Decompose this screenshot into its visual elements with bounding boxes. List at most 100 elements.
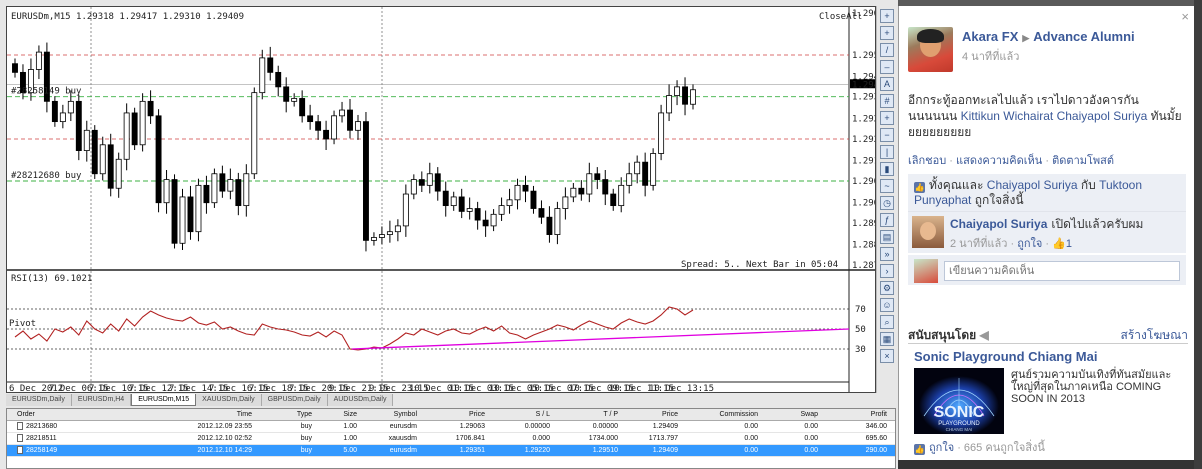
search-icon[interactable]: ⌕ bbox=[880, 315, 894, 329]
table-cell: 346.00 bbox=[865, 423, 887, 430]
order-id: 28258149 bbox=[26, 447, 58, 454]
bar-chart-icon[interactable]: | bbox=[880, 145, 894, 159]
order-cell: 28213680 bbox=[7, 421, 97, 432]
table-cell: 0.00 bbox=[744, 435, 758, 442]
column-header[interactable]: Type bbox=[252, 409, 312, 420]
column-header[interactable]: Size bbox=[312, 409, 357, 420]
candle-body bbox=[530, 190, 537, 209]
column-header[interactable]: Price bbox=[417, 409, 485, 420]
post-author-line: Akara FX ▶ Advance Alumni bbox=[962, 29, 1135, 44]
candle-body bbox=[602, 179, 609, 195]
close-icon[interactable]: × bbox=[1181, 9, 1189, 24]
crosshair-icon[interactable]: + bbox=[880, 9, 894, 23]
post-time[interactable]: 4 นาทีที่แล้ว bbox=[962, 47, 1019, 65]
mention-links[interactable]: Kittikun Wichairat Chaiyapol Suriya bbox=[961, 109, 1148, 123]
period-icon[interactable]: ◷ bbox=[880, 196, 894, 210]
column-header[interactable]: Price bbox=[618, 409, 678, 420]
window-bottom-border bbox=[898, 460, 1194, 469]
add-icon[interactable]: + bbox=[880, 26, 894, 40]
shift-icon[interactable]: › bbox=[880, 264, 894, 278]
column-header[interactable]: Profit bbox=[818, 409, 887, 420]
close-chart-icon[interactable]: × bbox=[880, 349, 894, 363]
post-body: อีกกระทู้ออกทะเลไปแล้ว เราไปดาวอังคารกัน… bbox=[908, 92, 1188, 140]
zoom-in-icon[interactable]: + bbox=[880, 111, 894, 125]
column-header[interactable]: Order bbox=[7, 409, 97, 420]
ad-like-row: 👍 ถูกใจ · 665 คนถูกใจสิ่งนี้ bbox=[914, 438, 1045, 456]
column-header[interactable]: T / P bbox=[550, 409, 618, 420]
chart-tab[interactable]: EURUSDm,Daily bbox=[6, 394, 72, 406]
table-cell: 290.00 bbox=[865, 447, 887, 454]
candle-body bbox=[299, 98, 306, 117]
table-row[interactable]: 28213680 2012.12.09 23:55 buy 1.00 eurusdm 1.… bbox=[7, 421, 895, 433]
candle-body bbox=[642, 161, 649, 186]
column-header[interactable]: S / L bbox=[485, 409, 550, 420]
column-header[interactable]: Symbol bbox=[357, 409, 417, 420]
indicator-icon[interactable]: ƒ bbox=[880, 213, 894, 227]
comment-like-count[interactable]: 👍1 bbox=[1052, 238, 1072, 250]
table-row[interactable]: 28218511 2012.12.10 02:52 buy 1.00 xauusdm 17… bbox=[7, 433, 895, 445]
table-cell: 0.00 bbox=[804, 423, 818, 430]
chart-tab[interactable]: XAUUSDm,Daily bbox=[196, 394, 262, 406]
chart-tab[interactable]: GBPUSDm,Daily bbox=[261, 394, 328, 406]
chart-tab[interactable]: EURUSDm,M15 bbox=[131, 394, 197, 406]
line-tool-icon[interactable]: / bbox=[880, 43, 894, 57]
avatar[interactable] bbox=[912, 216, 944, 248]
candle-body bbox=[474, 208, 481, 221]
price-chart[interactable]: EURUSDm,M15 1.29318 1.29417 1.29310 1.29… bbox=[6, 6, 876, 393]
candle-body bbox=[363, 121, 369, 241]
autoscroll-icon[interactable]: » bbox=[880, 247, 894, 261]
thumbs-up-icon: 👍 bbox=[1052, 238, 1066, 250]
candle-chart-icon[interactable]: ▮ bbox=[880, 162, 894, 176]
author-link[interactable]: Akara FX bbox=[962, 29, 1018, 44]
ad-image[interactable]: SONIC PLAYGROUND CHIANG MAI bbox=[914, 368, 1004, 434]
text-tool-icon[interactable]: A bbox=[880, 77, 894, 91]
order-id: 28218511 bbox=[26, 435, 57, 442]
table-cell: 1713.797 bbox=[648, 435, 678, 442]
column-header[interactable]: Time bbox=[97, 409, 252, 420]
rsi-line bbox=[14, 306, 694, 351]
avatar bbox=[914, 259, 938, 283]
expert-icon[interactable]: ☺ bbox=[880, 298, 894, 312]
properties-icon[interactable]: ⚙ bbox=[880, 281, 894, 295]
candle-body bbox=[187, 196, 194, 233]
column-header[interactable]: Swap bbox=[758, 409, 818, 420]
zoom-out-icon[interactable]: − bbox=[880, 128, 894, 142]
unlike-link[interactable]: เลิกชอบ bbox=[908, 155, 946, 167]
comment-author-line: Chaiyapol Suriya เปิดไปแล้วครับผม bbox=[950, 215, 1143, 234]
order-icon bbox=[17, 434, 23, 443]
price-tick-label: 1.29145 bbox=[852, 157, 876, 167]
print-icon[interactable]: ▦ bbox=[880, 332, 894, 346]
chart-svg[interactable]: EURUSDm,M15 1.29318 1.29417 1.29310 1.29… bbox=[7, 7, 876, 393]
ad-image-title: SONIC bbox=[934, 404, 985, 421]
liker-link-1[interactable]: Chaiyapol Suriya bbox=[987, 178, 1078, 192]
comment-time[interactable]: 2 นาทีที่แล้ว bbox=[950, 238, 1007, 250]
line-chart-icon[interactable]: ~ bbox=[880, 179, 894, 193]
time-tick-label: 10 Dec 13:15 bbox=[649, 384, 714, 393]
table-cell: 1.29409 bbox=[652, 423, 678, 430]
table-cell: 0.000 bbox=[532, 435, 550, 442]
column-header[interactable]: Commission bbox=[678, 409, 758, 420]
chart-tab[interactable]: AUDUSDm,Daily bbox=[327, 394, 394, 406]
comment-author[interactable]: Chaiyapol Suriya bbox=[950, 217, 1047, 231]
avatar[interactable] bbox=[908, 27, 953, 72]
comment-link[interactable]: แสดงความคิดเห็น bbox=[956, 155, 1042, 167]
separator: · bbox=[949, 155, 957, 167]
ad-image-graphic: SONIC PLAYGROUND CHIANG MAI bbox=[919, 376, 999, 434]
chart-tab[interactable]: EURUSDm,H4 bbox=[71, 394, 132, 406]
comment-input[interactable] bbox=[944, 261, 1180, 281]
order-label: #28212680 buy bbox=[11, 171, 82, 181]
candle-body bbox=[386, 231, 393, 235]
template-icon[interactable]: ▤ bbox=[880, 230, 894, 244]
grid-icon[interactable]: # bbox=[880, 94, 894, 108]
candle-body bbox=[355, 121, 361, 131]
candle-body bbox=[690, 89, 696, 105]
candle-body bbox=[394, 225, 401, 233]
hline-tool-icon[interactable]: – bbox=[880, 60, 894, 74]
ad-like-link[interactable]: ถูกใจ bbox=[929, 442, 954, 454]
follow-link[interactable]: ติดตามโพสต์ bbox=[1052, 155, 1114, 167]
candle-body bbox=[227, 179, 234, 192]
table-row[interactable]: 28258149 2012.12.10 14:29 buy 5.00 eurusdm 1.… bbox=[7, 445, 895, 457]
ad-title[interactable]: Sonic Playground Chiang Mai bbox=[914, 349, 1097, 364]
group-link[interactable]: Advance Alumni bbox=[1033, 29, 1134, 44]
comment-like-link[interactable]: ถูกใจ bbox=[1017, 238, 1042, 250]
